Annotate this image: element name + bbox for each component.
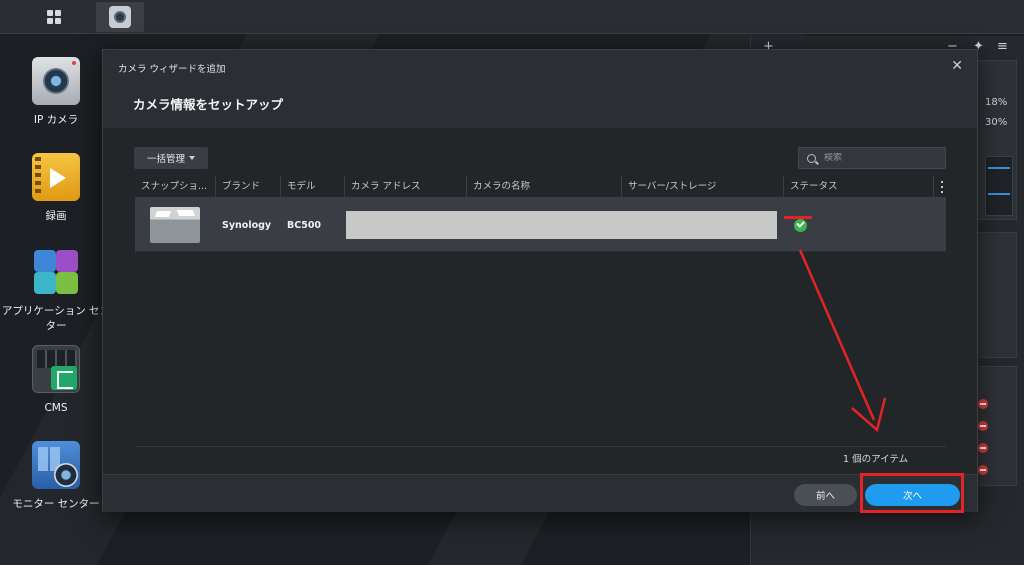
- annotation-arrow: [798, 249, 887, 433]
